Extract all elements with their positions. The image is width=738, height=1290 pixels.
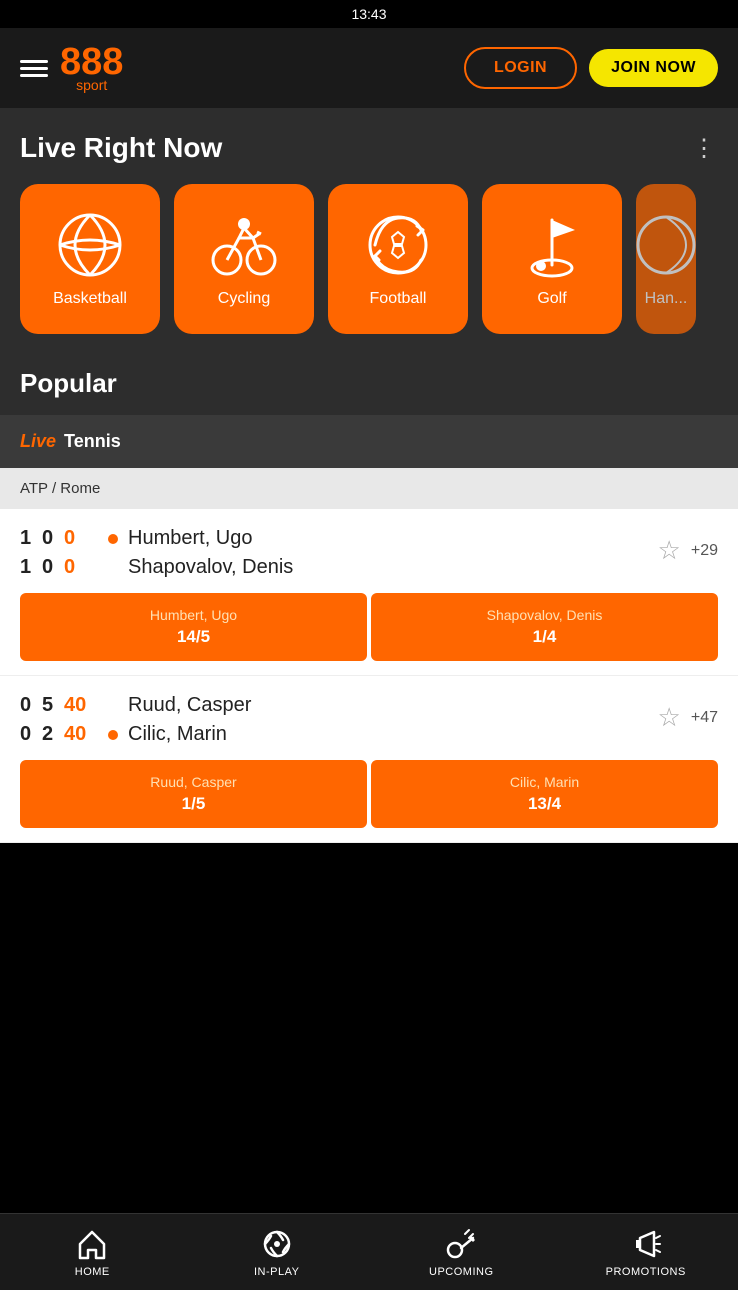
match-scores-1: 1 0 0 Humbert, Ugo 1 0 0 Shapovalov, D <box>20 527 293 579</box>
inplay-icon <box>261 1228 293 1260</box>
status-time: 13:43 <box>351 6 386 22</box>
promotions-icon <box>630 1228 662 1260</box>
score-4: 1 <box>20 556 38 579</box>
live-right-now-section: Live Right Now ⋮ Basketball <box>0 108 738 354</box>
serving-dot-p1 <box>108 534 118 544</box>
score-5: 0 <box>42 556 60 579</box>
live-right-now-title: Live Right Now <box>20 132 222 164</box>
header: 888 sport LOGIN JOIN NOW <box>0 28 738 108</box>
no-serving-dot-2 <box>108 701 118 711</box>
bet-buttons-2: Ruud, Casper 1/5 Cilic, Marin 13/4 <box>20 760 718 828</box>
score-12: 40 <box>64 723 86 746</box>
header-left: 888 sport <box>20 43 123 93</box>
nav-item-inplay[interactable]: IN-PLAY <box>185 1214 370 1290</box>
bet-buttons-1: Humbert, Ugo 14/5 Shapovalov, Denis 1/4 <box>20 593 718 661</box>
live-label: Live <box>20 431 56 452</box>
player-row-2: 1 0 0 Shapovalov, Denis <box>20 556 293 579</box>
match-group-label: ATP / Rome <box>0 468 738 509</box>
bet-button-ruud[interactable]: Ruud, Casper 1/5 <box>20 760 367 828</box>
player-name-1: Humbert, Ugo <box>128 527 253 550</box>
player-row-1: 1 0 0 Humbert, Ugo <box>20 527 293 550</box>
sport-label-basketball: Basketball <box>53 290 127 308</box>
score-10: 0 <box>20 723 38 746</box>
score-nums-p4: 0 2 40 <box>20 723 100 746</box>
match-section: ATP / Rome 1 0 0 Humbert, Ugo 1 <box>0 468 738 843</box>
player-row-3: 0 5 40 Ruud, Casper <box>20 694 251 717</box>
nav-label-upcoming: UPCOMING <box>429 1266 494 1278</box>
player-name-4: Cilic, Marin <box>128 723 227 746</box>
player-row-4: 0 2 40 Cilic, Marin <box>20 723 251 746</box>
favourite-star-1[interactable]: ☆ <box>658 535 681 566</box>
player-name-2: Shapovalov, Denis <box>128 556 293 579</box>
no-serving-dot <box>108 563 118 573</box>
sport-label-football: Football <box>370 290 427 308</box>
score-nums-p3: 0 5 40 <box>20 694 100 717</box>
logo-wrap: 888 sport <box>60 43 123 93</box>
menu-icon[interactable] <box>20 60 48 77</box>
bet-button-humbert[interactable]: Humbert, Ugo 14/5 <box>20 593 367 661</box>
score-1: 1 <box>20 527 38 550</box>
cycling-icon <box>209 210 279 280</box>
sport-label-handball: Han... <box>645 290 688 308</box>
sport-card-football[interactable]: Football <box>328 184 468 334</box>
handball-icon <box>636 210 696 280</box>
score-11: 2 <box>42 723 60 746</box>
nav-label-inplay: IN-PLAY <box>254 1266 299 1278</box>
score-nums-p2: 1 0 0 <box>20 556 100 579</box>
nav-item-promotions[interactable]: PROMOTIONS <box>554 1214 738 1290</box>
live-tennis-bar: Live Tennis <box>0 415 738 468</box>
logo-888: 888 <box>60 43 123 81</box>
popular-title: Popular <box>20 368 718 415</box>
plus-count-1: +29 <box>691 542 718 560</box>
score-nums-p1: 1 0 0 <box>20 527 100 550</box>
basketball-icon <box>55 210 125 280</box>
home-icon <box>76 1228 108 1260</box>
live-right-now-header: Live Right Now ⋮ <box>20 132 718 164</box>
bottom-nav: HOME IN-PLAY UPCOMING <box>0 1213 738 1290</box>
serving-dot-p2 <box>108 730 118 740</box>
score-2: 0 <box>42 527 60 550</box>
score-7: 0 <box>20 694 38 717</box>
sport-card-cycling[interactable]: Cycling <box>174 184 314 334</box>
more-options-icon[interactable]: ⋮ <box>692 134 718 163</box>
join-button[interactable]: JOIN NOW <box>589 49 718 87</box>
nav-label-home: HOME <box>75 1266 110 1278</box>
tennis-sport-label: Tennis <box>64 431 121 452</box>
sport-card-basketball[interactable]: Basketball <box>20 184 160 334</box>
plus-count-2: +47 <box>691 709 718 727</box>
sport-label-golf: Golf <box>537 290 566 308</box>
nav-label-promotions: PROMOTIONS <box>606 1266 686 1278</box>
football-icon <box>363 210 433 280</box>
match-row-2: 0 5 40 Ruud, Casper 0 2 40 Cilic, Mari <box>0 676 738 843</box>
golf-icon <box>517 210 587 280</box>
score-3: 0 <box>64 527 82 550</box>
nav-item-home[interactable]: HOME <box>0 1214 185 1290</box>
status-bar: 13:43 <box>0 0 738 28</box>
popular-section: Popular <box>0 354 738 415</box>
nav-item-upcoming[interactable]: UPCOMING <box>369 1214 554 1290</box>
player-name-3: Ruud, Casper <box>128 694 251 717</box>
bet-button-cilic[interactable]: Cilic, Marin 13/4 <box>371 760 718 828</box>
sport-icons-row: Basketball Cycling <box>20 184 718 334</box>
bet-button-shapovalov[interactable]: Shapovalov, Denis 1/4 <box>371 593 718 661</box>
sport-label-cycling: Cycling <box>218 290 270 308</box>
match-row: 1 0 0 Humbert, Ugo 1 0 0 Shapovalov, D <box>0 509 738 676</box>
sport-card-handball[interactable]: Han... <box>636 184 696 334</box>
sport-card-golf[interactable]: Golf <box>482 184 622 334</box>
upcoming-icon <box>445 1228 477 1260</box>
login-button[interactable]: LOGIN <box>464 47 577 89</box>
score-9: 40 <box>64 694 86 717</box>
match-scores-2: 0 5 40 Ruud, Casper 0 2 40 Cilic, Mari <box>20 694 251 746</box>
score-8: 5 <box>42 694 60 717</box>
header-right: LOGIN JOIN NOW <box>464 47 718 89</box>
favourite-star-2[interactable]: ☆ <box>658 702 681 733</box>
score-6: 0 <box>64 556 82 579</box>
